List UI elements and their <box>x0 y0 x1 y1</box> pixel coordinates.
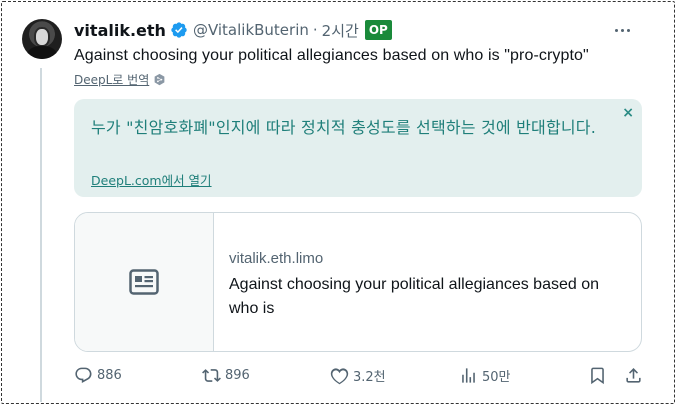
timestamp[interactable]: 2시간 <box>322 20 359 41</box>
like-count: 3.2천 <box>353 370 386 385</box>
more-icon[interactable] <box>612 22 632 38</box>
op-badge: OP <box>364 20 392 40</box>
card-title: Against choosing your political allegian… <box>229 276 600 317</box>
thread-line <box>40 68 42 402</box>
close-icon[interactable]: × <box>622 105 634 121</box>
action-bar: 886 896 3.2천 50만 <box>74 366 644 392</box>
reply-icon <box>75 367 92 384</box>
article-icon <box>129 269 159 295</box>
verified-icon <box>171 22 187 38</box>
repost-count: 896 <box>225 368 250 383</box>
share-button[interactable] <box>624 366 643 385</box>
handle[interactable]: @VitalikButerin <box>193 21 309 39</box>
reply-button[interactable]: 886 <box>74 366 122 385</box>
card-thumbnail[interactable] <box>75 213 214 351</box>
repost-icon <box>202 369 221 382</box>
bookmark-icon <box>591 367 604 385</box>
open-in-deepl-link[interactable]: DeepL.com에서 열기 <box>91 170 212 189</box>
tweet-container: vitalik.eth @VitalikButerin · 2시간 OP Aga… <box>1 1 675 404</box>
like-button[interactable]: 3.2천 <box>330 366 386 385</box>
repost-button[interactable]: 896 <box>202 366 250 385</box>
views-button[interactable]: 50만 <box>459 366 511 385</box>
link-card[interactable]: vitalik.eth.limo Against choosing your p… <box>74 212 642 352</box>
display-name[interactable]: vitalik.eth <box>74 21 166 40</box>
like-icon <box>330 368 349 385</box>
translation-box: 누가 "친암호화폐"인지에 따라 정치적 충성도를 선택하는 것에 반대합니다.… <box>74 99 642 197</box>
reply-count: 886 <box>97 368 122 383</box>
card-domain: vitalik.eth.limo <box>229 250 324 267</box>
separator-dot: · <box>312 21 318 39</box>
tweet-header: vitalik.eth @VitalikButerin · 2시간 OP <box>74 18 392 42</box>
tweet-text: Against choosing your political allegian… <box>74 47 589 64</box>
translate-row: DeepL로 번역 <box>74 71 166 88</box>
views-count: 50만 <box>482 370 511 385</box>
share-icon <box>626 368 641 383</box>
deepl-icon <box>154 73 165 86</box>
translation-text: 누가 "친암호화폐"인지에 따라 정치적 충성도를 선택하는 것에 반대합니다. <box>91 118 597 137</box>
views-icon <box>462 368 475 383</box>
avatar[interactable] <box>22 19 62 59</box>
bookmark-button[interactable] <box>588 366 607 385</box>
translate-link[interactable]: DeepL로 번역 <box>74 71 149 88</box>
